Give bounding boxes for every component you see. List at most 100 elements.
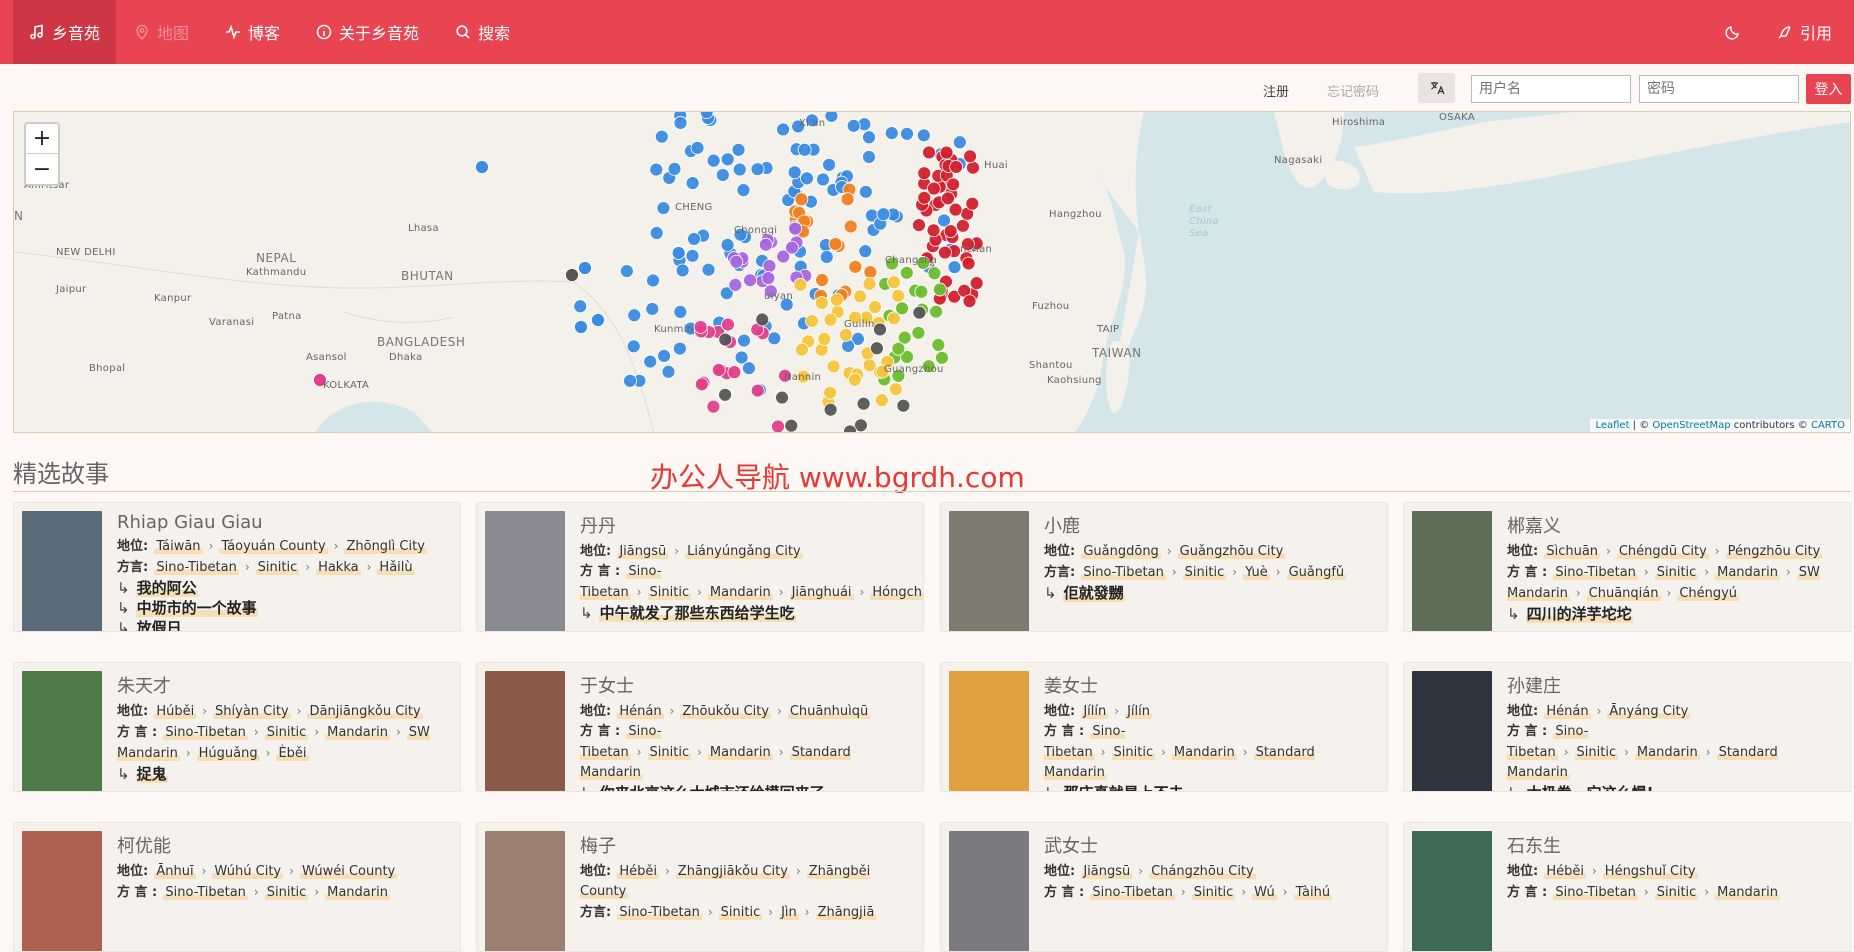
- taxonomy-tag[interactable]: Sinitic: [1191, 885, 1236, 900]
- taxonomy-tag[interactable]: Jìn: [779, 905, 799, 920]
- map-dot[interactable]: [694, 377, 709, 392]
- speaker-name[interactable]: 武女士: [1044, 832, 1381, 858]
- map-dot[interactable]: [718, 332, 733, 347]
- map-dot[interactable]: [862, 150, 876, 164]
- speaker-photo[interactable]: [485, 831, 565, 951]
- taxonomy-tag[interactable]: Wú: [1252, 885, 1277, 900]
- map-dot[interactable]: [715, 168, 730, 182]
- taxonomy-tag[interactable]: Sinitic: [647, 585, 692, 600]
- map-dot[interactable]: [935, 350, 949, 365]
- map-dot[interactable]: [565, 268, 579, 282]
- taxonomy-tag[interactable]: Ānhuī: [154, 864, 196, 879]
- map-dot[interactable]: [823, 312, 838, 327]
- map-dot[interactable]: [673, 304, 688, 319]
- taxonomy-tag[interactable]: Tàihú: [1293, 885, 1333, 900]
- speaker-name[interactable]: 孙建庄: [1507, 672, 1844, 698]
- map-dot[interactable]: [949, 160, 964, 174]
- taxonomy-tag[interactable]: Wúhú City: [212, 864, 284, 879]
- map-dot[interactable]: [947, 260, 962, 275]
- map-dot[interactable]: [884, 126, 899, 140]
- map-dot[interactable]: [731, 142, 746, 157]
- taxonomy-tag[interactable]: Dānjiāngkǒu City: [307, 704, 423, 719]
- username-input[interactable]: [1471, 75, 1631, 103]
- taxonomy-tag[interactable]: Chuānhuìqū: [787, 704, 871, 719]
- map-dot[interactable]: [869, 341, 884, 356]
- map-dot[interactable]: [963, 149, 977, 164]
- taxonomy-tag[interactable]: Zhāngjiā: [815, 905, 877, 920]
- forgot-password-link[interactable]: 忘记密码: [1327, 81, 1379, 100]
- map-dot[interactable]: [941, 191, 955, 206]
- taxonomy-tag[interactable]: Mandarin: [1715, 885, 1780, 900]
- speaker-photo[interactable]: [949, 671, 1029, 791]
- taxonomy-tag[interactable]: Héběi: [1544, 864, 1586, 879]
- map-dot[interactable]: [573, 299, 588, 314]
- map-dot[interactable]: [856, 396, 871, 411]
- taxonomy-tag[interactable]: Chángzhōu City: [1149, 864, 1256, 879]
- map-dot[interactable]: [863, 265, 878, 280]
- speaker-name[interactable]: 姜女士: [1044, 672, 1381, 698]
- map-dot[interactable]: [914, 284, 929, 299]
- story-card[interactable]: 姜女士 地位: Jílín › Jílín 方 言 : Sino-Tibetan › Sin…: [940, 662, 1388, 792]
- speaker-name[interactable]: 柯优能: [117, 832, 454, 858]
- map-dot[interactable]: [927, 266, 942, 281]
- map-dot[interactable]: [623, 373, 637, 388]
- zoom-in-button[interactable]: +: [26, 124, 58, 154]
- map-dot[interactable]: [788, 221, 803, 236]
- map-dot[interactable]: [858, 184, 873, 199]
- map-dot[interactable]: [961, 256, 976, 271]
- map-dot[interactable]: [876, 207, 891, 222]
- map-dot[interactable]: [720, 237, 735, 252]
- map-dot[interactable]: [762, 259, 777, 273]
- map-dot[interactable]: [742, 361, 756, 376]
- map-dot[interactable]: [667, 162, 682, 176]
- map-dot[interactable]: [706, 153, 721, 168]
- map-dot[interactable]: [948, 202, 963, 217]
- story-link[interactable]: ↳ 中午就发了那些东西给学生吃: [580, 603, 917, 623]
- map-dot[interactable]: [758, 237, 773, 252]
- taxonomy-tag[interactable]: Húguǎng: [196, 746, 260, 761]
- map-dot[interactable]: [929, 304, 943, 319]
- osm-link[interactable]: OpenStreetMap: [1652, 420, 1730, 431]
- map-dot[interactable]: [673, 116, 688, 130]
- speaker-name[interactable]: 丹丹: [580, 512, 917, 538]
- nav-search[interactable]: 搜索: [437, 0, 528, 64]
- taxonomy-tag[interactable]: Hakka: [316, 560, 361, 575]
- speaker-name[interactable]: 朱天才: [117, 672, 454, 698]
- map-dot[interactable]: [887, 311, 901, 326]
- taxonomy-tag[interactable]: Sinitic: [255, 560, 300, 575]
- map-dot[interactable]: [848, 259, 863, 274]
- map-dot[interactable]: [729, 254, 744, 269]
- taxonomy-tag[interactable]: Húběi: [154, 704, 197, 719]
- map-dot[interactable]: [815, 273, 830, 287]
- map-dot[interactable]: [853, 289, 867, 304]
- map-dot[interactable]: [817, 331, 832, 346]
- map-dot[interactable]: [728, 277, 743, 292]
- map-dot[interactable]: [685, 176, 700, 190]
- map-dot[interactable]: [965, 196, 980, 211]
- speaker-photo[interactable]: [485, 511, 565, 631]
- taxonomy-tag[interactable]: Zhōukǒu City: [680, 704, 772, 719]
- map-dot[interactable]: [800, 171, 814, 186]
- map-dot[interactable]: [822, 157, 836, 172]
- taxonomy-tag[interactable]: Jiāngsū: [1081, 864, 1133, 879]
- map-dot[interactable]: [718, 387, 732, 402]
- map-dot[interactable]: [874, 393, 889, 408]
- story-card[interactable]: 柯优能 地位: Ānhuī › Wúhú City › Wúwéi County 方 言 :…: [13, 822, 461, 952]
- story-link[interactable]: ↳ 四川的洋芋坨坨: [1507, 604, 1844, 624]
- theme-toggle[interactable]: [1707, 0, 1759, 64]
- taxonomy-tag[interactable]: Mandarin: [1171, 745, 1237, 760]
- taxonomy-tag[interactable]: Sino-Tibetan: [1090, 885, 1175, 900]
- map-dot[interactable]: [888, 382, 903, 397]
- map-dot[interactable]: [939, 145, 954, 160]
- map-dot[interactable]: [649, 162, 664, 177]
- map-dot[interactable]: [826, 359, 841, 374]
- map-dot[interactable]: [685, 248, 700, 263]
- map-dot[interactable]: [771, 419, 785, 433]
- map-dot[interactable]: [675, 263, 690, 278]
- speaker-photo[interactable]: [949, 511, 1029, 631]
- taxonomy-tag[interactable]: Zhōnglì City: [344, 539, 427, 554]
- taxonomy-tag[interactable]: Mandarin: [707, 585, 773, 600]
- story-link[interactable]: ↳ 中坜市的一个故事: [117, 598, 454, 618]
- taxonomy-tag[interactable]: Chuānqián: [1586, 586, 1661, 601]
- speaker-name[interactable]: Rhiap Giau Giau: [117, 512, 454, 533]
